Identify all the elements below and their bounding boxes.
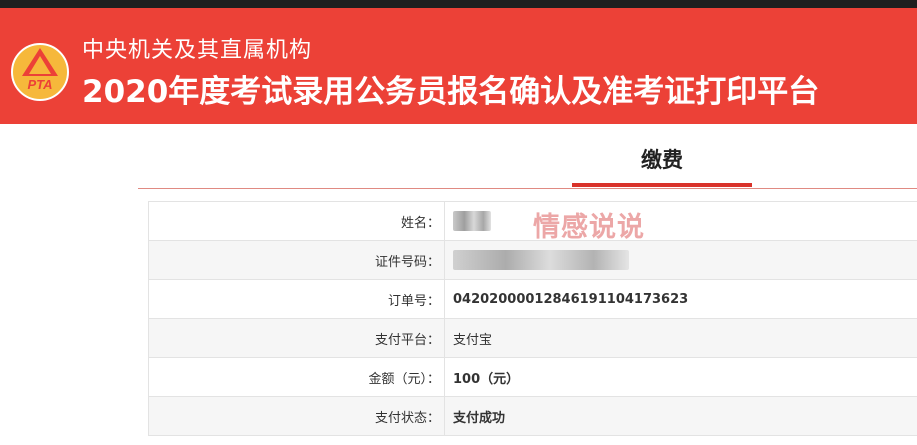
blurred-name [453, 211, 491, 231]
id-number-value [444, 240, 917, 280]
payment-status-value: 支付成功 [444, 396, 917, 436]
id-number-label: 证件号码： [148, 240, 445, 280]
payment-platform-label: 支付平台： [148, 318, 445, 358]
top-border [0, 0, 917, 8]
table-row-amount: 金额（元）： 100（元） [148, 357, 917, 397]
amount-value: 100（元） [444, 357, 917, 397]
table-row-id: 证件号码： [148, 240, 917, 280]
header-banner: PTA 中央机关及其直属机构 2020年度考试录用公务员报名确认及准考证打印平台 [0, 8, 917, 124]
org-subtitle: 中央机关及其直属机构 [82, 38, 313, 63]
table-row-status: 支付状态： 支付成功 [148, 396, 917, 436]
pta-logo-icon: PTA [11, 43, 69, 101]
payment-status-label: 支付状态： [148, 396, 445, 436]
table-row-platform: 支付平台： 支付宝 [148, 318, 917, 358]
section-divider [138, 188, 917, 189]
active-tab-indicator [572, 183, 752, 187]
order-number-value: 04202000012846191104173623 [444, 279, 917, 319]
name-value [444, 201, 917, 241]
amount-unit: （元） [480, 371, 520, 387]
amount-number: 100 [453, 371, 481, 387]
table-row-order: 订单号： 04202000012846191104173623 [148, 279, 917, 319]
logo-text: PTA [27, 77, 52, 92]
tab-payment[interactable]: 缴费 [572, 144, 752, 174]
order-number-label: 订单号： [148, 279, 445, 319]
payment-platform-value: 支付宝 [444, 318, 917, 358]
amount-label: 金额（元）： [148, 357, 445, 397]
blurred-id-number [453, 250, 629, 270]
platform-title: 2020年度考试录用公务员报名确认及准考证打印平台 [82, 74, 820, 110]
watermark-text: 情感说说 [533, 212, 645, 243]
name-label: 姓名： [148, 201, 445, 241]
